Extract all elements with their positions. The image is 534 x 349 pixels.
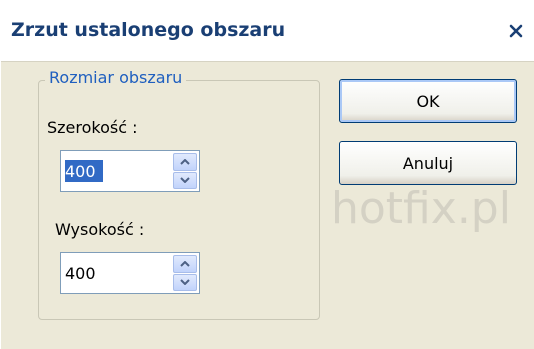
dialog-title: Zrzut ustalonego obszaru: [11, 19, 286, 41]
height-decrement-button[interactable]: [173, 273, 197, 291]
arrow-down-icon: [180, 177, 190, 184]
watermark-text: hotfix.pl: [331, 183, 511, 234]
width-increment-button[interactable]: [173, 153, 197, 171]
width-input[interactable]: [63, 153, 175, 189]
arrow-down-icon: [180, 279, 190, 286]
width-decrement-button[interactable]: [173, 171, 197, 189]
arrow-up-icon: [180, 158, 190, 165]
ok-button[interactable]: OK: [339, 79, 517, 123]
height-spin-buttons: [173, 255, 197, 291]
cancel-button[interactable]: Anuluj: [339, 141, 517, 185]
height-label: Wysokość :: [55, 220, 145, 239]
width-spinbox: [60, 150, 200, 192]
height-spinbox: [60, 252, 200, 294]
dialog-window: Zrzut ustalonego obszaru Rozmiar obszaru…: [0, 0, 534, 349]
title-bar: Zrzut ustalonego obszaru: [1, 0, 534, 62]
close-button[interactable]: [501, 16, 531, 46]
height-increment-button[interactable]: [173, 255, 197, 273]
height-input[interactable]: [63, 255, 175, 291]
groupbox-legend: Rozmiar obszaru: [45, 68, 187, 87]
width-spin-buttons: [173, 153, 197, 189]
width-label: Szerokość :: [47, 118, 138, 137]
arrow-up-icon: [180, 260, 190, 267]
close-icon: [509, 24, 523, 38]
